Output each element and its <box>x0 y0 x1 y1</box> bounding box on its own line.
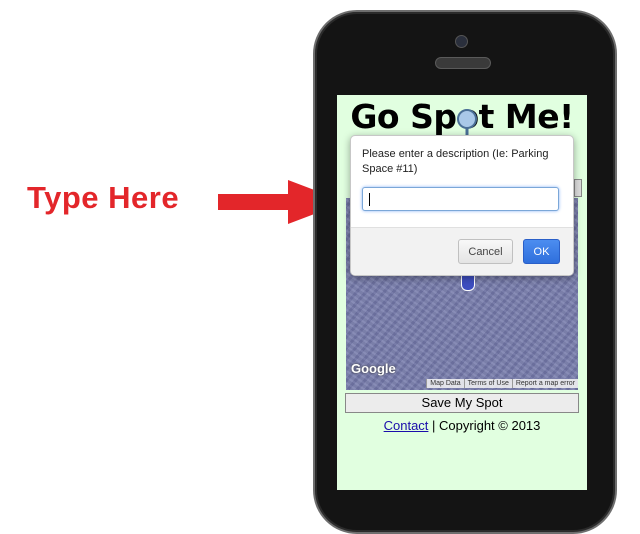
footer-separator: | <box>428 418 440 433</box>
report-map-error-link[interactable]: Report a map error <box>511 379 578 388</box>
cancel-button[interactable]: Cancel <box>458 239 513 264</box>
footer: Contact | Copyright © 2013 <box>337 418 587 433</box>
annotation-text: Type Here <box>27 180 180 215</box>
map-attribution: Map Data Terms of Use Report a map error <box>426 379 578 388</box>
prompt-dialog: Please enter a description (Ie: Parking … <box>350 135 574 276</box>
terms-of-use-link[interactable]: Terms of Use <box>463 379 512 388</box>
ok-button[interactable]: OK <box>523 239 560 264</box>
hidden-control <box>574 179 582 197</box>
google-logo: Google <box>351 361 396 376</box>
text-caret <box>369 193 370 206</box>
map-data-link[interactable]: Map Data <box>426 379 463 388</box>
dialog-message: Please enter a description (Ie: Parking … <box>362 148 549 175</box>
location-pin-icon <box>457 109 477 137</box>
camera-icon <box>455 35 468 48</box>
save-my-spot-button[interactable]: Save My Spot <box>345 393 579 413</box>
description-input[interactable] <box>362 187 559 211</box>
copyright-text: Copyright © 2013 <box>439 418 541 433</box>
speaker-grille <box>435 57 491 69</box>
contact-link[interactable]: Contact <box>384 418 429 433</box>
